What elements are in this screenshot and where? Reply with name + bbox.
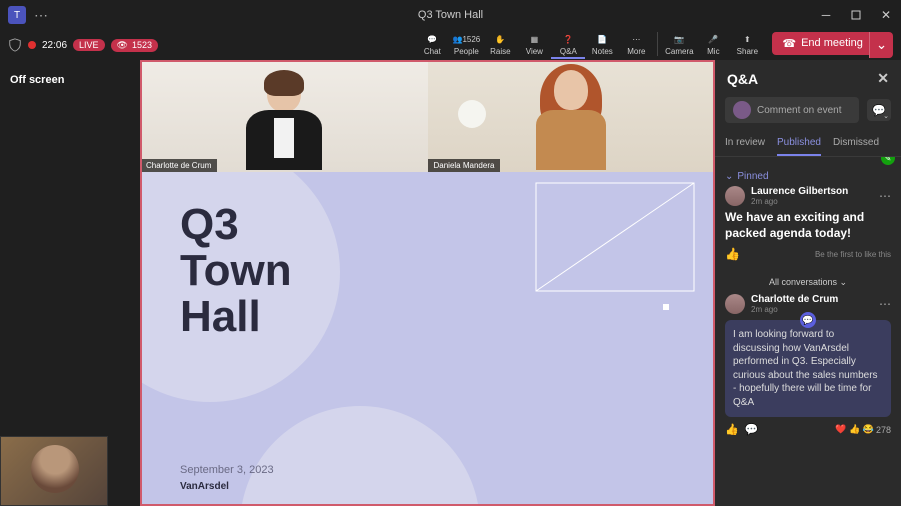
hand-icon: ✋	[495, 33, 505, 47]
reaction-count: ❤️ 👍 😂 278	[835, 424, 891, 435]
post-author: Charlotte de Crum	[751, 294, 838, 305]
pinned-section-label[interactable]: ⌄Pinned	[725, 171, 891, 182]
live-badge: LIVE	[73, 39, 105, 51]
meeting-timer: 22:06	[42, 40, 67, 51]
recording-icon	[28, 41, 36, 49]
camera-button[interactable]: 📷Camera	[662, 32, 696, 57]
all-conversations-toggle[interactable]: All conversations ⌄	[725, 271, 891, 294]
comment-sort-button[interactable]: 💬⌄	[867, 99, 891, 121]
chat-button[interactable]: 💬Chat	[415, 32, 449, 57]
post-more-button[interactable]: ⋯	[879, 297, 891, 311]
mic-button[interactable]: 🎤Mic	[696, 32, 730, 57]
shield-icon	[8, 38, 22, 52]
tab-dismissed[interactable]: Dismissed	[833, 131, 879, 156]
off-screen-label: Off screen	[10, 74, 130, 86]
like-button[interactable]: 👍	[725, 247, 740, 261]
post-time: 2m ago	[751, 305, 838, 314]
notes-icon: 📄	[597, 33, 607, 47]
post-body: 💬 I am looking forward to discussing how…	[725, 320, 891, 417]
window-close-button[interactable]: ✕	[871, 0, 901, 30]
avatar	[733, 101, 751, 119]
comment-input[interactable]: Comment on event	[725, 97, 859, 123]
new-activity-badge[interactable]: ✎	[881, 157, 895, 165]
camera-icon: 📷	[674, 33, 684, 47]
tab-published[interactable]: Published	[777, 131, 821, 156]
grid-icon: ▦	[531, 33, 539, 47]
reply-button[interactable]: 💬	[745, 423, 759, 436]
chevron-down-icon: ⌄	[725, 171, 733, 182]
avatar	[725, 294, 745, 314]
people-button[interactable]: 👥1526People	[449, 32, 483, 57]
qa-post: Charlotte de Crum 2m ago ⋯ 💬 I am lookin…	[725, 294, 891, 436]
tab-in-review[interactable]: In review	[725, 131, 765, 156]
attachment-icon: 💬	[800, 312, 816, 328]
share-button[interactable]: ⬆Share	[730, 32, 764, 57]
phone-down-icon: ☎	[782, 37, 796, 50]
end-meeting-button[interactable]: ☎End meeting	[772, 32, 872, 55]
more-icon: ⋯	[632, 33, 640, 47]
minimize-button[interactable]: ─	[811, 0, 841, 30]
chevron-down-icon: ⌄	[840, 277, 848, 287]
qa-panel-title: Q&A	[727, 71, 758, 87]
raise-hand-button[interactable]: ✋Raise	[483, 32, 517, 57]
close-icon[interactable]: ✕	[877, 70, 889, 87]
post-author: Laurence Gilbertson	[751, 186, 848, 197]
like-button[interactable]: 👍	[725, 423, 739, 436]
chat-icon: 💬	[427, 33, 437, 47]
more-button[interactable]: ⋯More	[619, 32, 653, 57]
notes-button[interactable]: 📄Notes	[585, 32, 619, 57]
qa-panel: Q&A ✕ Comment on event 💬⌄ In review Publ…	[715, 60, 901, 506]
viewers-badge: 👁 1523	[111, 39, 158, 52]
title-bar: T Q3 Town Hall ⋯ ─ ✕	[0, 0, 901, 30]
qa-icon: ❓	[563, 33, 573, 47]
teams-icon: T	[8, 6, 26, 24]
mic-icon: 🎤	[708, 33, 718, 47]
stage: Charlotte de Crum Daniela Mandera Q3 Tow…	[140, 60, 715, 506]
titlebar-more-button[interactable]: ⋯	[26, 0, 56, 30]
post-time: 2m ago	[751, 197, 848, 206]
view-button[interactable]: ▦View	[517, 32, 551, 57]
people-icon: 👥1526	[452, 33, 480, 47]
qa-button[interactable]: ❓Q&A	[551, 32, 585, 59]
self-video-thumbnail[interactable]	[0, 436, 108, 506]
off-screen-panel: Off screen	[0, 60, 140, 506]
post-text: We have an exciting and packed agenda to…	[725, 210, 891, 241]
end-meeting-split-button[interactable]: ⌄	[869, 32, 893, 58]
window-title: Q3 Town Hall	[418, 9, 483, 21]
qa-post: Laurence Gilbertson 2m ago ⋯ We have an …	[725, 186, 891, 261]
meeting-toolbar: 22:06 LIVE 👁 1523 💬Chat 👥1526People ✋Rai…	[0, 30, 901, 60]
maximize-button[interactable]	[841, 0, 871, 30]
share-icon: ⬆	[744, 33, 751, 47]
post-more-button[interactable]: ⋯	[879, 189, 891, 203]
avatar	[725, 186, 745, 206]
like-hint: Be the first to like this	[815, 250, 891, 259]
